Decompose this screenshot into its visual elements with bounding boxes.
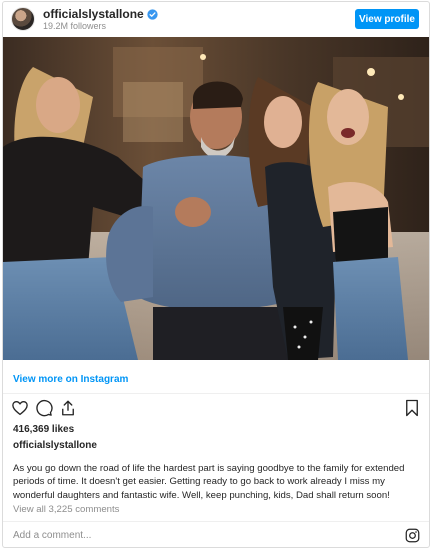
add-comment-input[interactable]: Add a comment... (13, 530, 91, 541)
avatar[interactable] (11, 7, 35, 31)
view-profile-button[interactable]: View profile (355, 9, 419, 29)
post-photo[interactable] (3, 37, 429, 360)
bookmark-icon[interactable] (404, 399, 420, 417)
follower-count: 19.2M followers (43, 21, 107, 31)
post-caption: As you go down the road of life the hard… (13, 463, 405, 501)
username[interactable]: officialslystallone (43, 7, 144, 21)
heart-icon[interactable] (11, 399, 29, 417)
caption-username[interactable]: officialslystallone (13, 440, 97, 451)
share-icon[interactable] (59, 399, 77, 417)
comment-bar: Add a comment... (3, 521, 429, 547)
view-more-on-instagram-link[interactable]: View more on Instagram (13, 374, 128, 385)
like-count[interactable]: 416,369 likes (13, 424, 74, 435)
instagram-icon[interactable] (405, 528, 420, 543)
comment-icon[interactable] (35, 399, 53, 417)
verified-badge-icon (147, 8, 158, 20)
post-header: officialslystallone 19.2M followers View… (3, 2, 429, 37)
instagram-embed-card: officialslystallone 19.2M followers View… (2, 1, 430, 548)
divider (3, 393, 429, 394)
username-row: officialslystallone (43, 7, 158, 21)
post-actions (11, 399, 77, 417)
view-all-comments-link[interactable]: View all 3,225 comments (13, 504, 119, 515)
